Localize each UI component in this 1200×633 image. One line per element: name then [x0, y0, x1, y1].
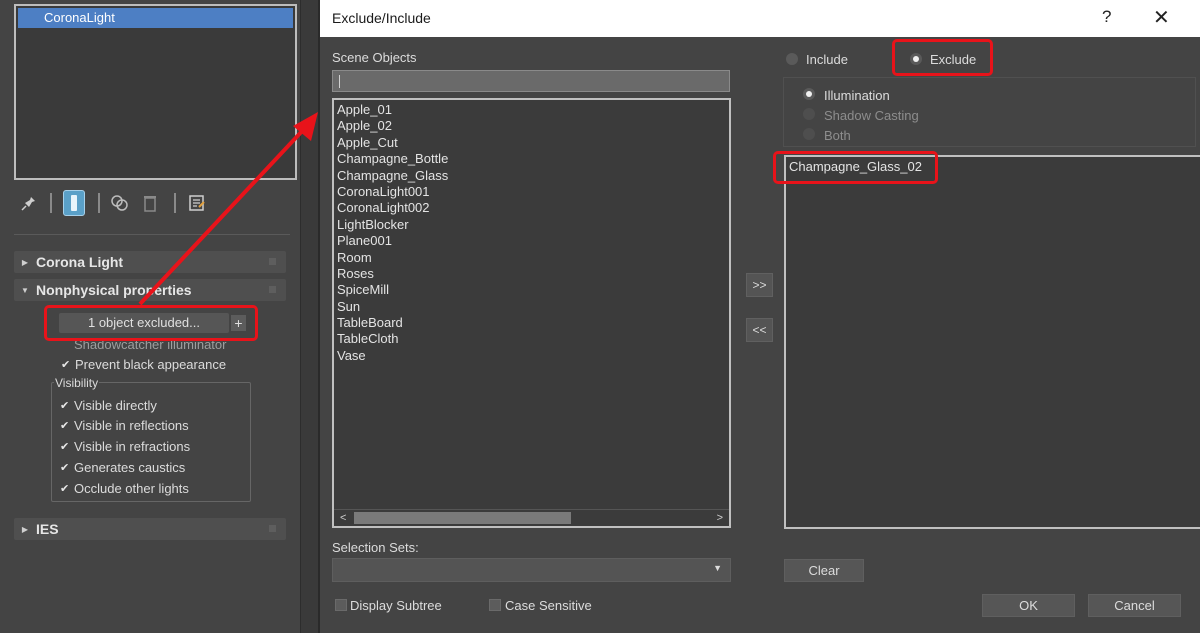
- arrow-shaft: [138, 126, 307, 306]
- annotation-arrow: [138, 112, 318, 306]
